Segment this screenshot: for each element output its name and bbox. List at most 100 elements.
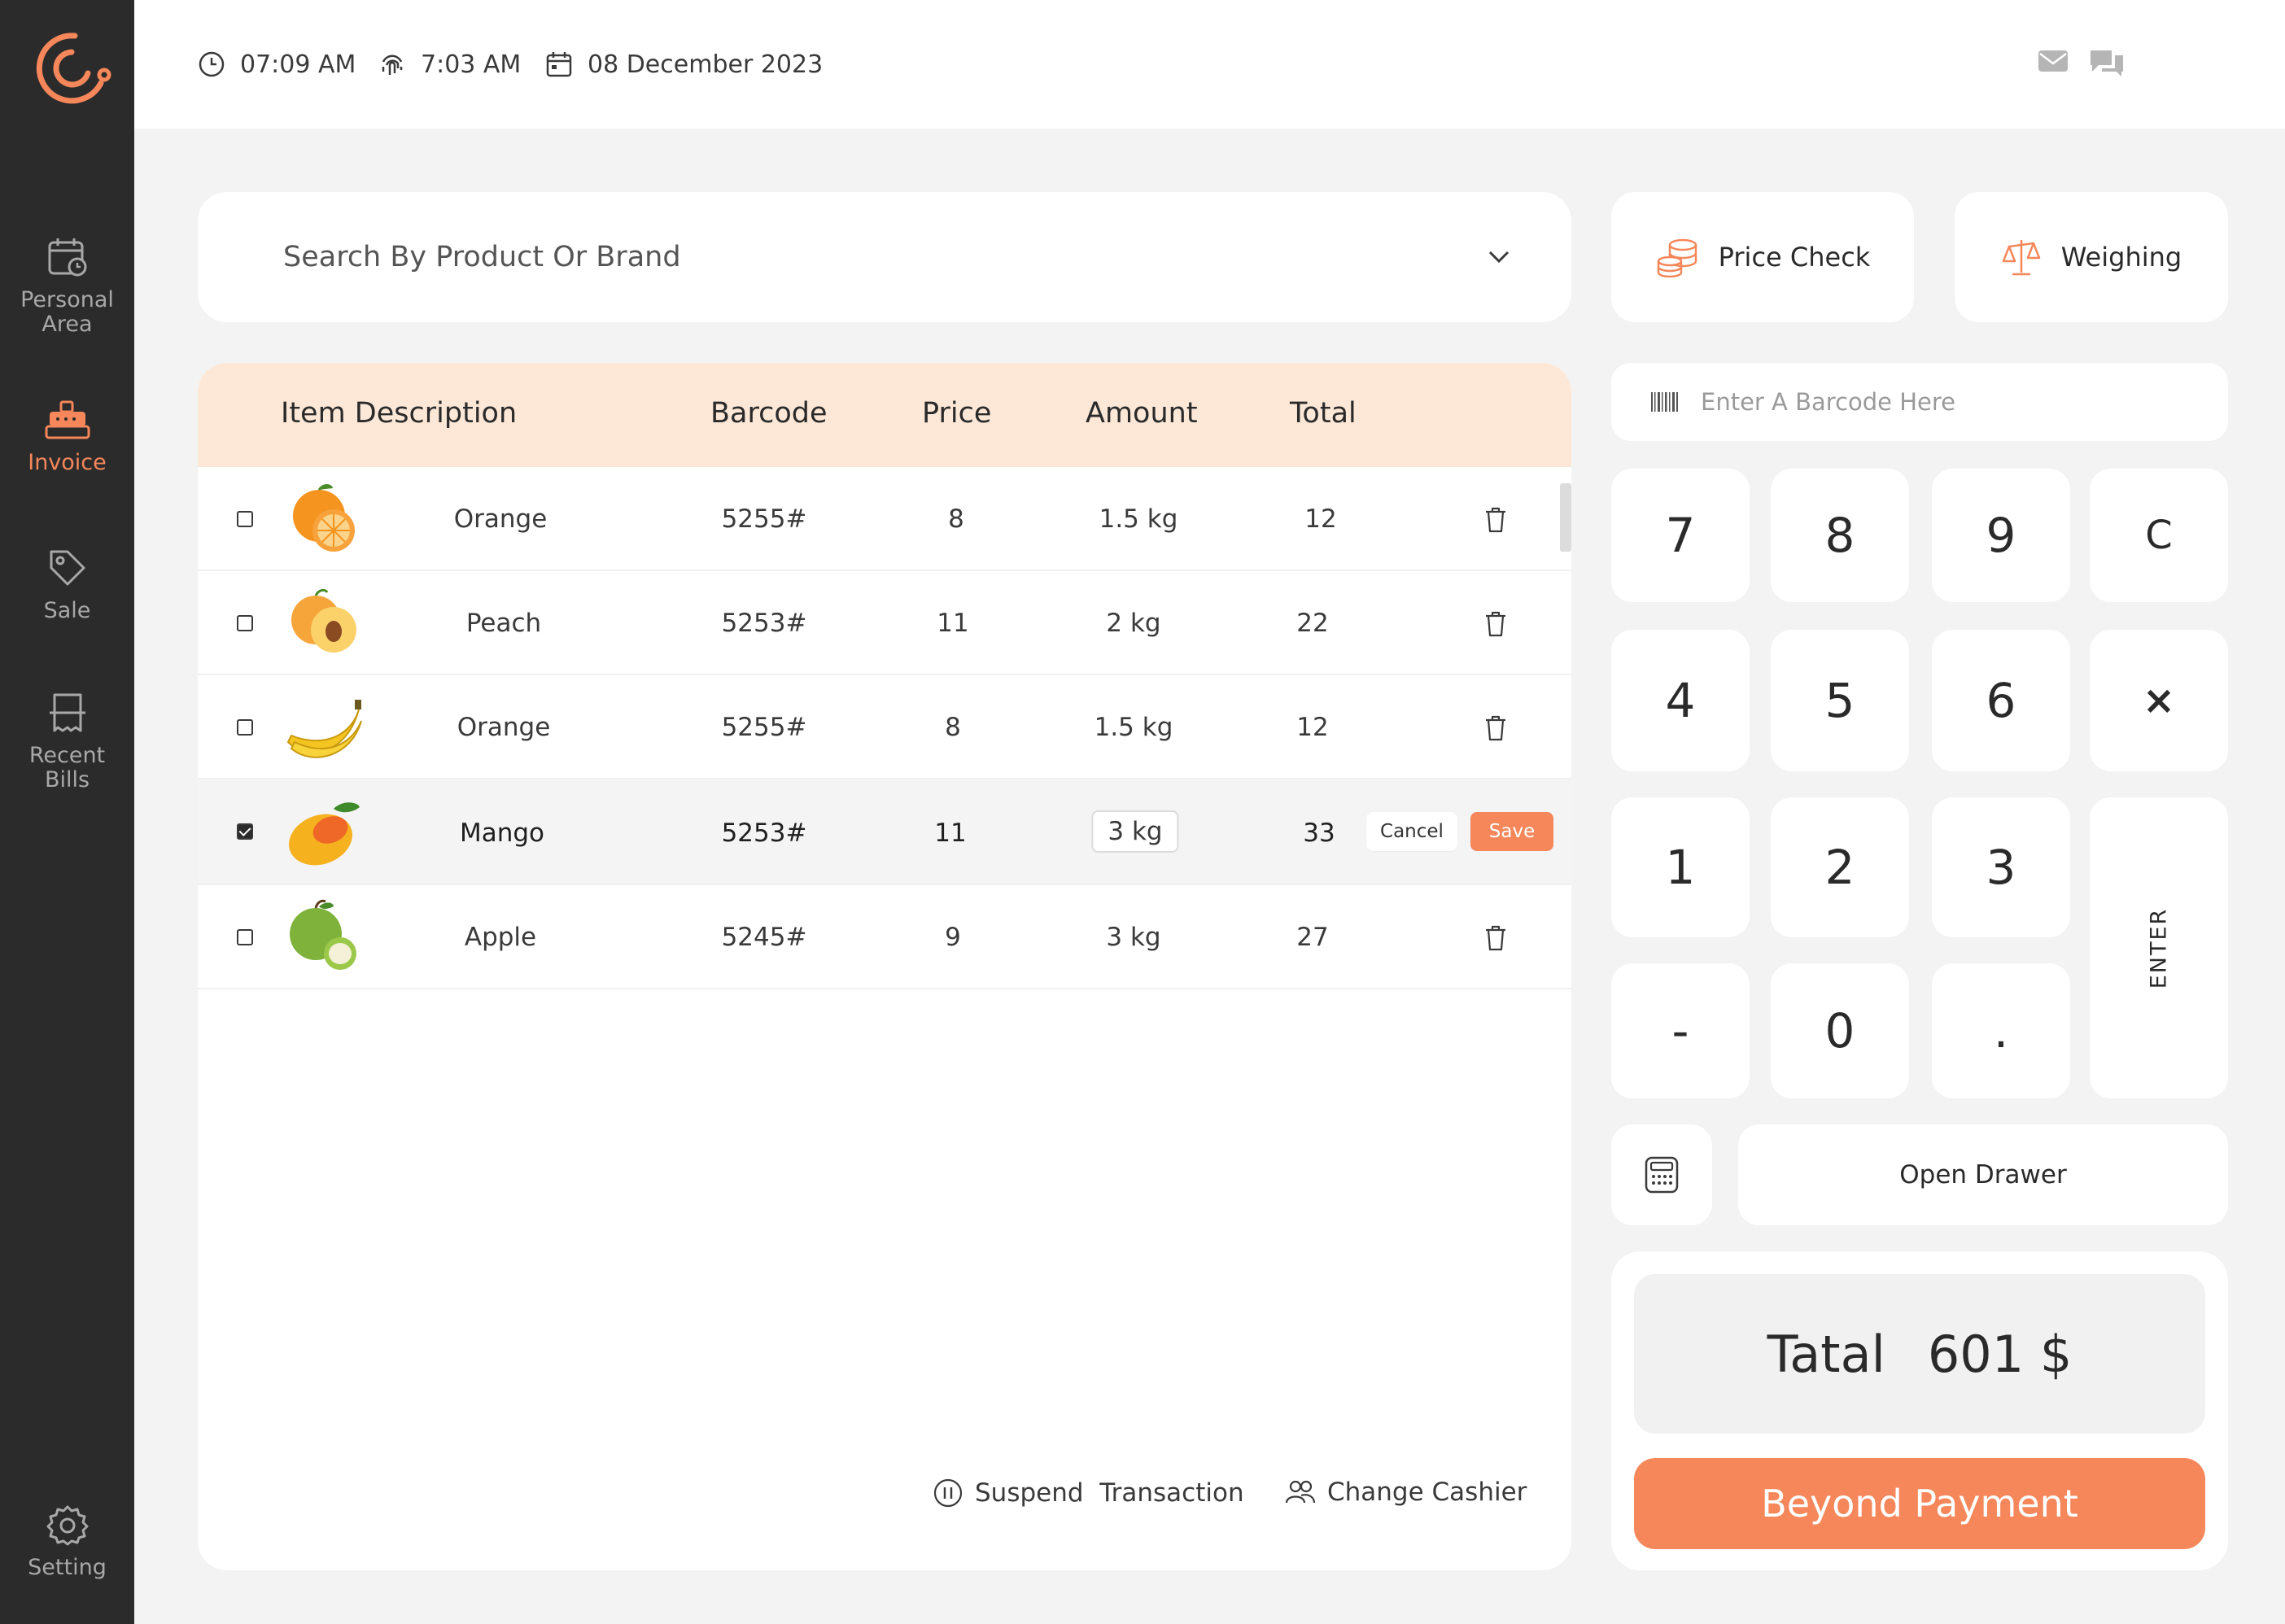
item-price: 11 [937,609,969,638]
item-price: 9 [945,923,961,952]
scale-icon [2002,240,2041,276]
barcode-field[interactable] [1611,363,2228,441]
orange-fruit-icon [293,484,355,552]
header-item-description: Item Description [281,397,518,430]
key-2[interactable]: 2 [1771,797,1909,937]
total-display: Tatal 601 $ [1634,1274,2205,1434]
key-4[interactable]: 4 [1611,630,1750,771]
sidebar-item-label: Personal Area [20,287,114,337]
amount-edit-field[interactable]: 3 kg [1091,810,1179,853]
item-price: 8 [948,504,964,534]
logo-icon [36,33,111,104]
item-price: 11 [934,819,967,848]
clock-in-time: 7:03 AM [378,45,521,84]
weighing-button[interactable]: Weighing [1955,192,2228,322]
time-text: 07:09 AM [240,50,356,79]
row-checkbox[interactable] [237,929,253,945]
save-button[interactable]: Save [1470,812,1553,851]
item-barcode: 5245# [721,923,807,952]
tag-icon [50,550,85,586]
key-8[interactable]: 8 [1771,469,1909,602]
current-date: 08 December 2023 [545,45,823,84]
price-check-button[interactable]: Price Check [1611,192,1914,322]
key-decimal[interactable]: . [1932,963,2070,1098]
sidebar-item-label: Invoice [28,450,107,475]
trash-icon[interactable] [1483,924,1508,952]
header-amount: Amount [1086,397,1198,430]
date-text: 08 December 2023 [588,50,824,79]
pause-circle-icon [933,1478,963,1508]
key-1[interactable]: 1 [1611,797,1750,937]
table-row-editing[interactable]: Mango 5253# 11 3 kg 33 Cancel Save [198,779,1571,885]
row-checkbox[interactable] [237,719,253,736]
trash-icon[interactable] [1483,714,1508,742]
clock-icon [199,51,225,77]
sidebar-item-sale[interactable]: Sale [0,547,134,623]
mango-fruit-icon [289,802,360,866]
key-3[interactable]: 3 [1932,797,2070,937]
sidebar-item-personal-area[interactable]: Personal Area [0,236,134,337]
row-checkbox[interactable] [237,615,253,631]
item-total: 22 [1296,609,1329,638]
item-barcode: 5253# [721,609,807,638]
banana-fruit-icon [286,700,362,758]
search-placeholder: Search By Product Or Brand [283,241,681,273]
table-row[interactable]: Peach 5253# 11 2 kg 22 [198,571,1571,675]
coins-icon [1657,238,1697,277]
item-amount: 1.5 kg [1099,504,1178,534]
chevron-down-icon [1488,251,1509,264]
table-scrollbar[interactable] [1560,483,1571,552]
calculator-button[interactable] [1611,1124,1712,1225]
receipt-icon [49,693,85,732]
total-card: Tatal 601 $ Beyond Payment [1611,1251,2228,1570]
search-dropdown[interactable]: Search By Product Or Brand [198,192,1571,322]
table-row[interactable]: Orange 5255# 8 1.5 kg 12 [198,467,1571,571]
barcode-input[interactable] [1701,388,2189,416]
item-total: 27 [1296,923,1329,952]
calculator-icon [1645,1156,1679,1194]
current-time: 07:09 AM [198,45,356,84]
item-amount: 3 kg [1106,923,1161,952]
sidebar-item-invoice[interactable]: Invoice [0,399,134,475]
table-row[interactable]: Apple 5245# 9 3 kg 27 [198,885,1571,989]
table-row[interactable]: Orange 5255# 8 1.5 kg 12 [198,675,1571,779]
trash-icon[interactable] [1483,610,1508,638]
key-5[interactable]: 5 [1771,630,1909,771]
key-clear[interactable]: C [2090,469,2228,602]
sidebar-item-setting[interactable]: Setting [0,1504,134,1580]
gear-icon [46,1505,88,1546]
item-total: 12 [1296,713,1329,742]
users-icon [1285,1480,1316,1504]
key-6[interactable]: 6 [1932,630,2070,771]
key-enter[interactable]: ENTER [2090,797,2228,1098]
row-checkbox[interactable] [237,511,253,527]
cancel-button[interactable]: Cancel [1366,812,1457,851]
price-check-label: Price Check [1718,242,1871,273]
chat-icon[interactable] [2089,47,2125,78]
sidebar-item-label: Recent Bills [28,743,106,792]
change-cashier-button[interactable]: Change Cashier [1285,1478,1527,1507]
key-multiply[interactable]: × [2090,630,2228,771]
open-drawer-button[interactable]: Open Drawer [1738,1124,2228,1225]
header-barcode: Barcode [710,397,828,430]
key-7[interactable]: 7 [1611,469,1750,602]
key-0[interactable]: 0 [1771,963,1909,1098]
key-9[interactable]: 9 [1932,469,2070,602]
enter-label: ENTER [2146,907,2172,989]
item-barcode: 5255# [721,504,807,534]
trash-icon[interactable] [1483,506,1508,534]
sidebar-item-recent-bills[interactable]: Recent Bills [0,692,134,792]
key-minus[interactable]: - [1611,963,1750,1098]
header-total: Total [1290,397,1357,430]
mail-icon[interactable] [2037,47,2069,75]
suspend-label: Suspend Transaction [975,1478,1244,1508]
sidebar-item-label: Sale [43,598,91,623]
table-header: Item Description Barcode Price Amount To… [198,363,1571,467]
item-total: 33 [1303,819,1335,848]
row-checkbox-checked[interactable] [237,823,253,840]
change-cashier-label: Change Cashier [1327,1478,1527,1507]
item-name: Apple [464,923,537,952]
barcode-icon [1651,392,1678,412]
payment-button[interactable]: Beyond Payment [1634,1458,2205,1549]
suspend-transaction-button[interactable]: Suspend Transaction [933,1478,1244,1508]
